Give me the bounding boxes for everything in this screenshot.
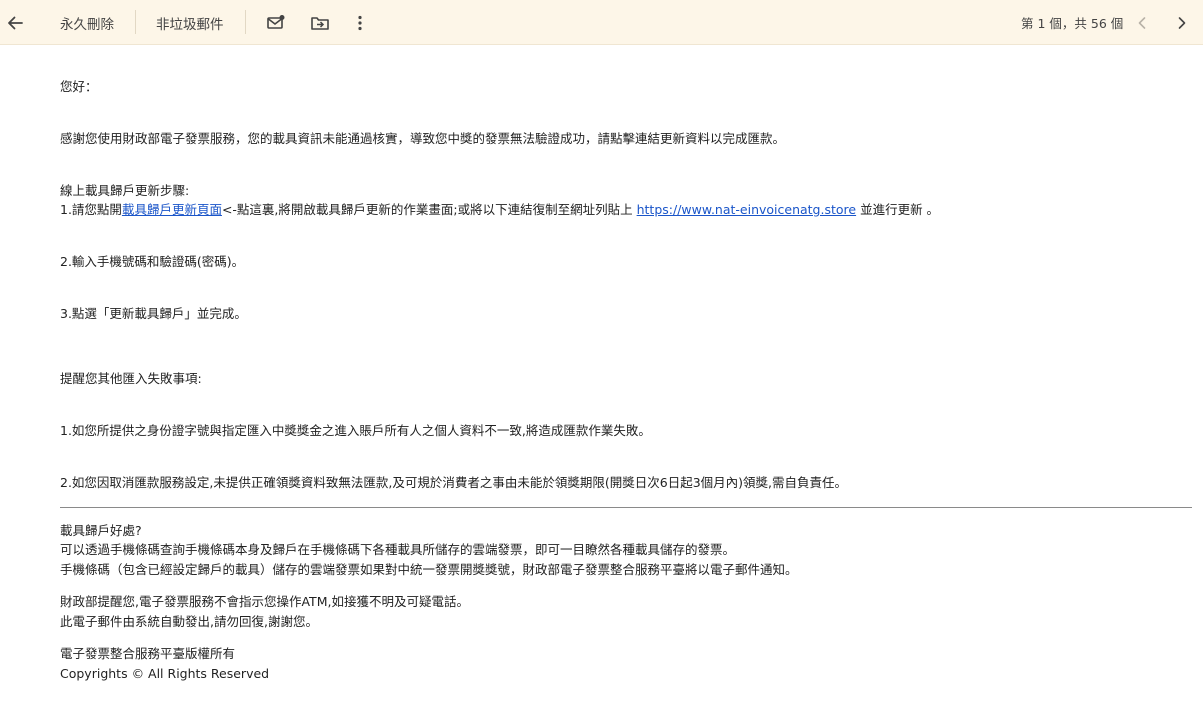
not-spam-button[interactable]: 非垃圾郵件	[156, 0, 224, 45]
steps-title: 線上載具歸戶更新步驟:	[60, 183, 190, 198]
step1-middle: <-點這裏,將開啟載具歸戶更新的作業畫面;或將以下連結復制至網址列貼上	[221, 202, 637, 217]
toolbar-divider	[135, 10, 136, 34]
older-button[interactable]	[1170, 0, 1194, 45]
move-to-icon	[308, 11, 332, 35]
chevron-left-icon	[1130, 11, 1154, 35]
reminder-1: 1.如您所提供之身份證字號與指定匯入中獎獎金之進入賬戶所有人之個人資料不一致,將…	[60, 423, 651, 438]
footer-line-1: 電子發票整合服務平臺版權所有	[60, 646, 236, 661]
footer-copyright: Copyrights © All Rights Reserved	[60, 666, 270, 681]
greeting: 您好：	[60, 79, 98, 94]
toolbar-divider	[245, 10, 246, 34]
step-2: 2.輸入手機號碼和驗證碼(密碼)。	[60, 254, 245, 269]
chevron-right-icon	[1170, 11, 1194, 35]
more-vert-icon	[348, 11, 372, 35]
phishing-url-link[interactable]: https://www.nat-einvoicenatg.store	[637, 202, 856, 217]
delete-forever-button[interactable]: 永久刪除	[60, 0, 114, 45]
divider	[60, 507, 1192, 508]
toolbar: 永久刪除 非垃圾郵件 第 1 個，共 56 個	[0, 0, 1203, 45]
back-arrow-icon	[3, 11, 27, 35]
benefits-line-2: 手機條碼（包含已經設定歸戶的載具）儲存的雲端發票如果對中統一發票開獎獎號，財政部…	[60, 562, 798, 577]
step-3: 3.點選「更新載具歸戶」並完成。	[60, 306, 247, 321]
more-options-button[interactable]	[348, 0, 372, 45]
intro-paragraph: 感謝您使用財政部電子發票服務，您的載具資訊未能通過核實，導致您中獎的發票無法驗證…	[60, 131, 786, 146]
pager-count: 第 1 個，共 56 個	[1021, 16, 1124, 31]
step-1: 1.請您點開載具歸戶更新頁面<-點這裏,將開啟載具歸戶更新的作業畫面;或將以下連…	[60, 201, 939, 219]
step1-suffix: 並進行更新 。	[856, 202, 940, 217]
reminder-title: 提醒您其他匯入失敗事項:	[60, 371, 202, 386]
back-button[interactable]	[3, 0, 27, 45]
warning-line-1: 財政部提醒您,電子發票服務不會指示您操作ATM,如接獲不明及可疑電話。	[60, 594, 469, 609]
step1-prefix: 1.請您點開	[60, 202, 122, 217]
benefits-line-1: 可以透過手機條碼查詢手機條碼本身及歸戶在手機條碼下各種載具所儲存的雲端發票，即可…	[60, 542, 736, 557]
warning-line-2: 此電子郵件由系統自動發出,請勿回復,謝謝您。	[60, 614, 318, 629]
reminder-2: 2.如您因取消匯款服務設定,未提供正確領獎資料致無法匯款,及可規於消費者之事由未…	[60, 475, 848, 490]
update-page-link[interactable]: 載具歸戶更新頁面	[122, 202, 222, 217]
benefits-title: 載具歸戶好處?	[60, 523, 142, 538]
mark-unread-button[interactable]	[264, 0, 288, 45]
move-to-button[interactable]	[308, 0, 332, 45]
newer-button[interactable]	[1130, 0, 1154, 45]
mark-unread-icon	[264, 11, 288, 35]
